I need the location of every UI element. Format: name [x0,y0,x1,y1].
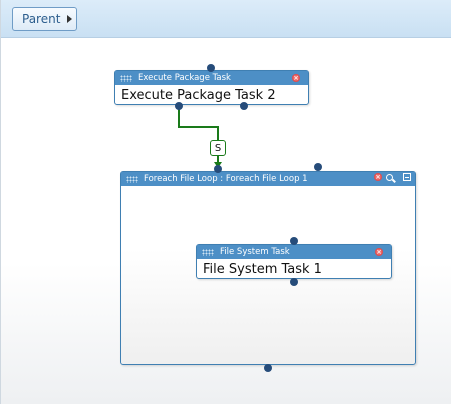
file-system-task-bottom-port[interactable] [290,278,298,286]
task-type-label: Execute Package Task [138,73,231,83]
execute-task-bottom-port-left[interactable] [175,102,183,110]
foreach-bottom-port[interactable] [264,364,272,372]
close-icon[interactable]: × [292,74,300,82]
collapse-icon[interactable] [403,173,411,181]
task-header[interactable]: File System Task × [197,245,391,259]
container-header-label: Foreach File Loop : Foreach File Loop 1 [144,174,308,184]
execute-package-task[interactable]: Execute Package Task × Execute Package T… [114,70,309,105]
close-icon[interactable]: × [375,248,383,256]
foreach-top-port-right[interactable] [314,163,322,171]
task-name: File System Task 1 [203,262,322,277]
container-header-icons: × [374,173,411,181]
file-system-task-top-port[interactable] [290,237,298,245]
foreach-top-port-left[interactable] [214,165,222,173]
grip-icon [126,175,138,183]
grip-icon [120,74,132,82]
task-header[interactable]: Execute Package Task × [115,71,308,85]
execute-task-bottom-port-right[interactable] [240,102,248,110]
zoom-icon[interactable] [386,173,393,181]
file-system-task[interactable]: File System Task × File System Task 1 [196,244,392,279]
breadcrumb-bar: Parent [1,0,451,38]
parent-button[interactable]: Parent [12,7,77,31]
execute-task-top-port[interactable] [207,64,215,72]
parent-button-label: Parent [22,12,61,26]
task-type-label: File System Task [220,247,290,257]
container-header[interactable]: Foreach File Loop : Foreach File Loop 1 … [121,172,415,186]
task-name: Execute Package Task 2 [121,88,276,103]
success-constraint-label[interactable]: S [210,140,226,156]
chevron-right-icon [67,15,73,23]
close-icon[interactable]: × [374,173,382,181]
grip-icon [202,248,214,256]
designer-canvas[interactable]: Parent Execute Package Task × Execute Pa… [0,0,451,404]
